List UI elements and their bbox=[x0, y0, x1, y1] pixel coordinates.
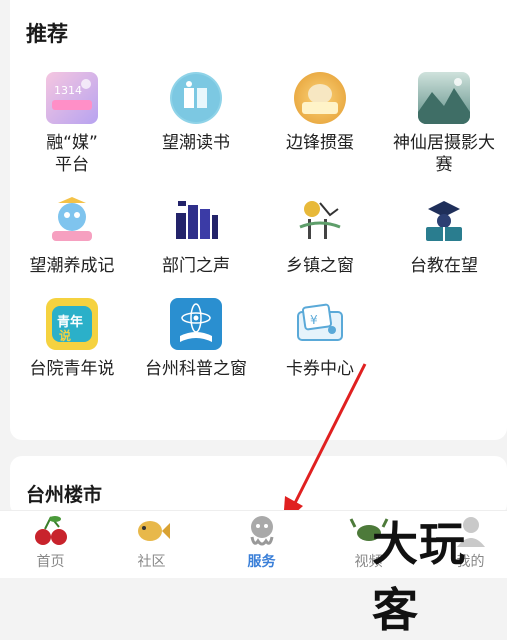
guandan-game-icon bbox=[294, 72, 346, 124]
service-item-kepu[interactable]: 台州科普之窗 bbox=[134, 298, 258, 380]
recommend-title: 推荐 bbox=[26, 22, 68, 46]
service-item-taijiao[interactable]: 台教在望 bbox=[382, 195, 506, 277]
svg-text:¥: ¥ bbox=[310, 313, 318, 327]
service-item-shenxianju[interactable]: 神仙居摄影大赛 bbox=[382, 72, 506, 176]
education-icon bbox=[418, 195, 470, 247]
service-item-wangchao-read[interactable]: 望潮读书 bbox=[134, 72, 258, 154]
svg-text:青年: 青年 bbox=[57, 314, 83, 330]
service-label: 台教在望 bbox=[410, 256, 478, 276]
service-item-bumen[interactable]: 部门之声 bbox=[134, 195, 258, 277]
loushi-title: 台州楼市 bbox=[26, 484, 103, 506]
service-label: 望潮养成记 bbox=[29, 256, 115, 276]
building-icon bbox=[170, 195, 222, 247]
service-item-rongmei[interactable]: 1314 融“媒” 平台 bbox=[10, 72, 134, 176]
science-icon bbox=[170, 298, 222, 350]
loushi-card[interactable]: 台州楼市 bbox=[10, 456, 507, 516]
tab-label: 社区 bbox=[137, 554, 166, 570]
mascot-icon bbox=[46, 195, 98, 247]
mountain-photo-icon bbox=[418, 72, 470, 124]
service-label: 卡券中心 bbox=[286, 359, 354, 379]
service-label: 望潮读书 bbox=[162, 133, 230, 153]
cherry-icon bbox=[31, 513, 71, 549]
recommend-card: 推荐 1314 融“媒” 平台 望潮读书 边锋掼蛋 神仙居摄影大赛 望潮养成记 … bbox=[10, 0, 507, 440]
octopus-icon bbox=[242, 513, 282, 549]
svg-text:1314: 1314 bbox=[54, 84, 82, 97]
watermark-text: 大玩客 bbox=[372, 517, 466, 637]
service-label: 融“媒” 平台 bbox=[46, 133, 98, 175]
village-icon bbox=[294, 195, 346, 247]
service-label: 神仙居摄影大赛 bbox=[393, 133, 495, 175]
rongmei-platform-icon: 1314 bbox=[46, 72, 98, 124]
tab-community[interactable]: 社区 bbox=[101, 511, 202, 578]
service-label: 台院青年说 bbox=[29, 359, 115, 379]
service-label: 部门之声 bbox=[162, 256, 230, 276]
tab-label: 服务 bbox=[247, 554, 276, 570]
service-item-yangchengji[interactable]: 望潮养成记 bbox=[10, 195, 134, 277]
youth-talk-icon: 青年说 bbox=[46, 298, 98, 350]
service-item-taiyuan[interactable]: 青年说 台院青年说 bbox=[10, 298, 134, 380]
fish-icon bbox=[132, 513, 172, 549]
service-label: 边锋掼蛋 bbox=[286, 133, 354, 153]
service-label: 台州科普之窗 bbox=[145, 359, 247, 379]
tab-service[interactable]: 服务 bbox=[211, 511, 312, 578]
book-icon bbox=[170, 72, 222, 124]
service-item-guandan[interactable]: 边锋掼蛋 bbox=[258, 72, 382, 154]
service-item-xiangzhen[interactable]: 乡镇之窗 bbox=[258, 195, 382, 277]
tab-label: 首页 bbox=[36, 554, 65, 570]
service-label: 乡镇之窗 bbox=[286, 256, 354, 276]
service-item-coupon[interactable]: ¥ 卡券中心 bbox=[258, 298, 382, 380]
coupon-icon: ¥ bbox=[294, 298, 346, 350]
svg-text:说: 说 bbox=[59, 328, 71, 343]
tab-home[interactable]: 首页 bbox=[0, 511, 101, 578]
